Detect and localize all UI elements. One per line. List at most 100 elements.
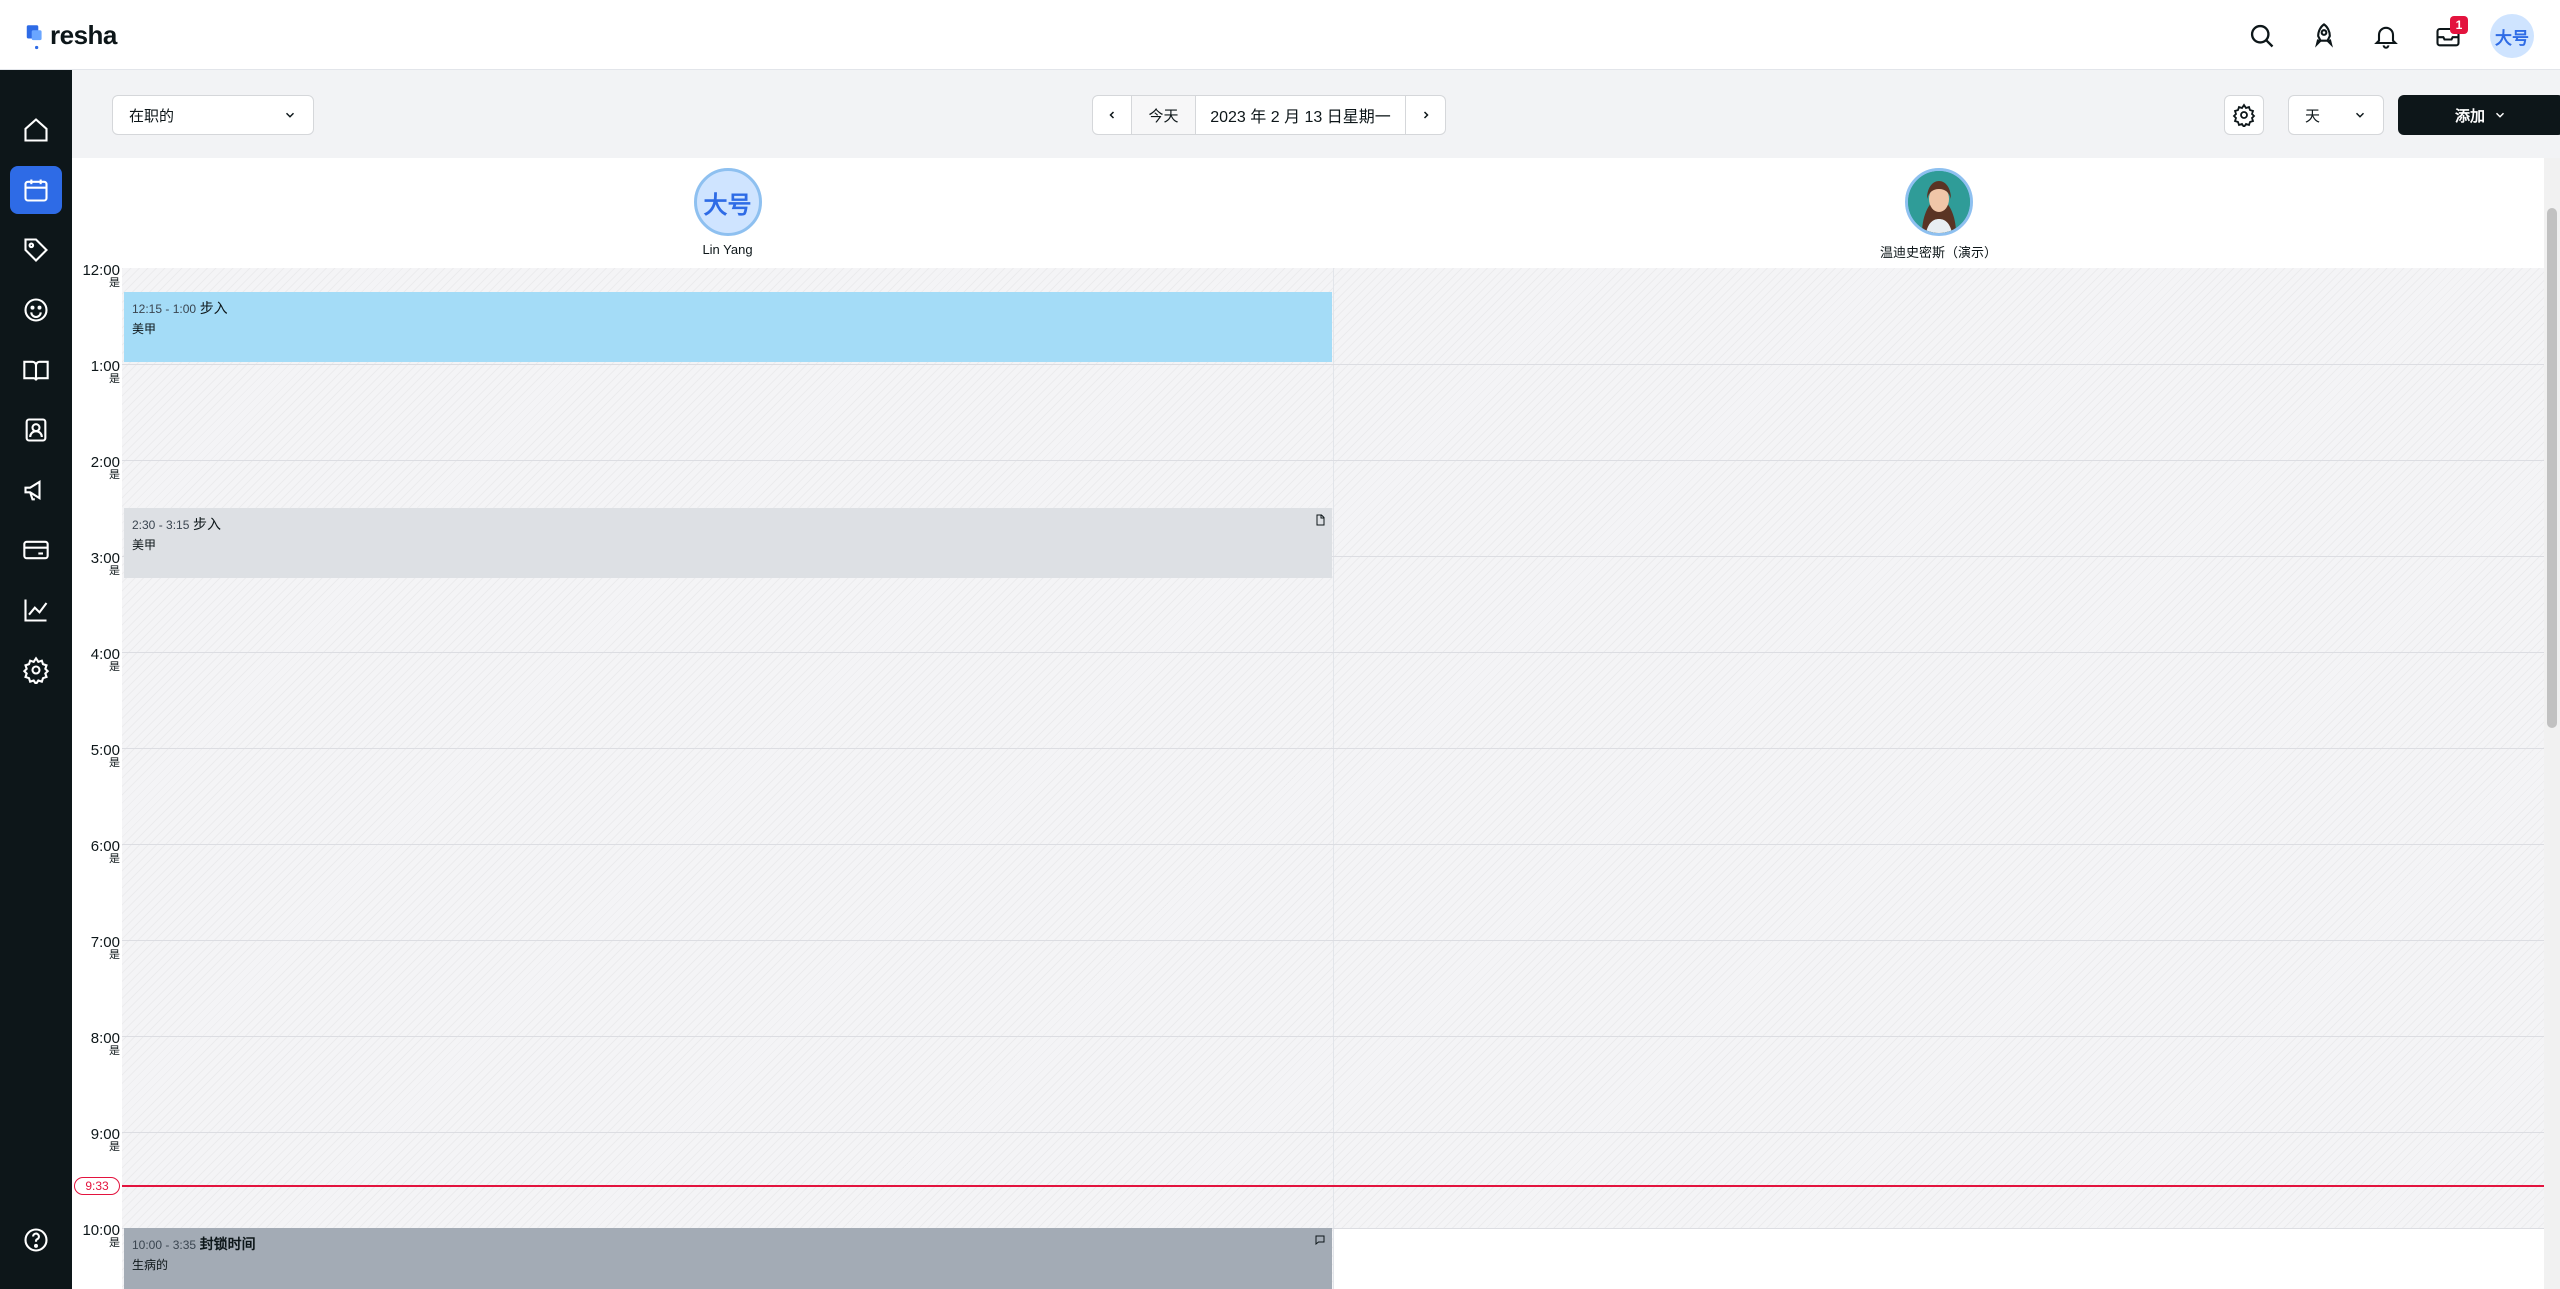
hour-label: 9:00 是 — [90, 1126, 120, 1153]
add-button[interactable]: 添加 — [2398, 95, 2560, 135]
megaphone-icon — [24, 479, 41, 501]
help-icon — [24, 1228, 48, 1252]
appointment-title: 步入 — [199, 300, 228, 316]
appointment-card[interactable]: 2:30 - 3:15 步入 美甲 — [124, 508, 1332, 578]
contact-card-icon — [25, 418, 47, 442]
search-button[interactable] — [2242, 16, 2282, 56]
hour-line — [122, 940, 2544, 941]
view-mode-select[interactable]: 天 — [2288, 95, 2384, 135]
app-logo[interactable]: resha — [24, 20, 117, 51]
hour-label: 6:00 是 — [90, 838, 120, 865]
appointment-card[interactable]: 12:15 - 1:00 步入 美甲 — [124, 292, 1332, 362]
calendar-day-view: 大号 Lin Yang 温迪史密斯（演示） 12:00 是 1:00 是 2:0… — [72, 158, 2544, 1289]
appointment-time: 10:00 - 3:35 — [132, 1238, 197, 1252]
chevron-right-icon — [1423, 111, 1429, 119]
sidebar-item-sales[interactable] — [10, 226, 62, 274]
notification-badge: 1 — [2450, 16, 2468, 34]
hour-label: 7:00 是 — [90, 934, 120, 961]
user-avatar[interactable]: 大号 — [2490, 14, 2534, 58]
appointment-title: 步入 — [193, 516, 221, 532]
current-time-line — [122, 1185, 2544, 1187]
sidebar-item-catalog[interactable] — [10, 346, 62, 394]
staff-avatar — [1904, 168, 1973, 236]
comment-icon — [1315, 1235, 1325, 1246]
today-button[interactable]: 今天 — [1132, 95, 1196, 135]
date-navigator: 今天 2023 年 2 月 13 日星期一 — [1092, 95, 1446, 135]
staff-column-header[interactable]: 大号 Lin Yang — [122, 158, 1333, 268]
sidebar-item-home[interactable] — [10, 106, 62, 154]
staff-column-header[interactable]: 温迪史密斯（演示） — [1333, 158, 2544, 268]
appointment-title: 封锁时间 — [199, 1236, 256, 1252]
hour-line — [122, 364, 2544, 365]
tag-icon — [24, 238, 48, 262]
logo-mark-icon — [26, 24, 42, 49]
appointment-time: 12:15 - 1:00 — [132, 302, 197, 316]
add-button-label: 添加 — [2454, 107, 2485, 125]
chart-icon — [24, 599, 48, 622]
hour-label: 4:00 是 — [90, 646, 120, 673]
sidebar-item-marketing[interactable] — [10, 466, 62, 514]
current-time-indicator: 9:33 — [74, 1177, 120, 1195]
time-grid: 12:00 是 1:00 是 2:00 是 3:00 是 4:00 是 5:00 是 6:0… — [72, 263, 2544, 1289]
logo-text: resha — [50, 20, 117, 50]
search-icon — [2250, 24, 2274, 48]
hour-label: 5:00 是 — [90, 742, 120, 769]
bell-icon — [2374, 26, 2398, 49]
staff-column-slots[interactable] — [122, 268, 1333, 1289]
top-bar: resha 1 大号 — [0, 0, 2560, 70]
hour-line — [122, 1036, 2544, 1037]
date-picker-button[interactable]: 2023 年 2 月 13 日星期一 — [1196, 95, 1406, 135]
hour-label: 1:00 是 — [90, 358, 120, 385]
calendar-toolbar: 在职的 今天 2023 年 2 月 13 日星期一 天 添加 — [72, 70, 2560, 158]
chevron-down-icon — [2495, 112, 2505, 118]
sidebar-item-clients[interactable] — [10, 286, 62, 334]
book-icon — [23, 360, 49, 381]
next-day-button[interactable] — [1406, 95, 1446, 135]
chevron-down-icon — [2355, 112, 2365, 118]
chevron-left-icon — [1109, 111, 1115, 119]
sidebar — [0, 70, 72, 1289]
card-icon — [23, 540, 49, 560]
time-axis: 12:00 是 1:00 是 2:00 是 3:00 是 4:00 是 5:00 是 6:0… — [72, 263, 122, 1289]
hour-line — [122, 748, 2544, 749]
staff-name: 温迪史密斯（演示） — [1879, 245, 1997, 260]
hour-label: 8:00 是 — [90, 1030, 120, 1057]
note-icon — [1316, 514, 1325, 526]
sidebar-item-team[interactable] — [10, 406, 62, 454]
gear-icon — [22, 656, 50, 684]
inbox-button[interactable]: 1 — [2428, 16, 2468, 56]
sidebar-item-calendar[interactable] — [10, 166, 62, 214]
calendar-scrollbar[interactable] — [2544, 158, 2560, 1289]
hour-label: 12:00 是 — [82, 262, 120, 289]
scrollbar-thumb[interactable] — [2547, 208, 2557, 728]
hour-label: 10:00 是 — [82, 1222, 120, 1249]
notifications-button[interactable] — [2366, 16, 2406, 56]
hour-line — [122, 844, 2544, 845]
staff-photo-icon — [1907, 171, 1970, 233]
sidebar-item-payments[interactable] — [10, 526, 62, 574]
appointment-service: 生病的 — [132, 1258, 169, 1272]
available-slot[interactable] — [1334, 1228, 2544, 1289]
appointment-service: 美甲 — [132, 322, 157, 336]
calendar-icon — [24, 179, 48, 202]
hour-label: 2:00 是 — [90, 454, 120, 481]
home-icon — [24, 118, 48, 142]
staff-filter-value: 在职的 — [129, 107, 175, 125]
appointment-time: 2:30 - 3:15 — [132, 518, 190, 532]
calendar-settings-button[interactable] — [2224, 95, 2264, 135]
staff-filter-select[interactable]: 在职的 — [112, 95, 314, 135]
staff-avatar: 大号 — [693, 168, 762, 236]
sidebar-item-reports[interactable] — [10, 586, 62, 634]
appointment-service: 美甲 — [132, 538, 157, 552]
blocked-time-card[interactable]: 10:00 - 3:35 封锁时间 生病的 — [124, 1228, 1332, 1289]
hour-line — [122, 652, 2544, 653]
hour-label: 3:00 是 — [90, 550, 120, 577]
staff-column-slots[interactable] — [1333, 268, 2544, 1289]
help-button[interactable] — [10, 1216, 62, 1264]
whats-new-button[interactable] — [2304, 16, 2344, 56]
rocket-icon — [2315, 23, 2333, 48]
staff-name: Lin Yang — [702, 242, 753, 257]
previous-day-button[interactable] — [1092, 95, 1132, 135]
sidebar-item-settings[interactable] — [10, 646, 62, 694]
view-mode-value: 天 — [2305, 107, 2321, 125]
